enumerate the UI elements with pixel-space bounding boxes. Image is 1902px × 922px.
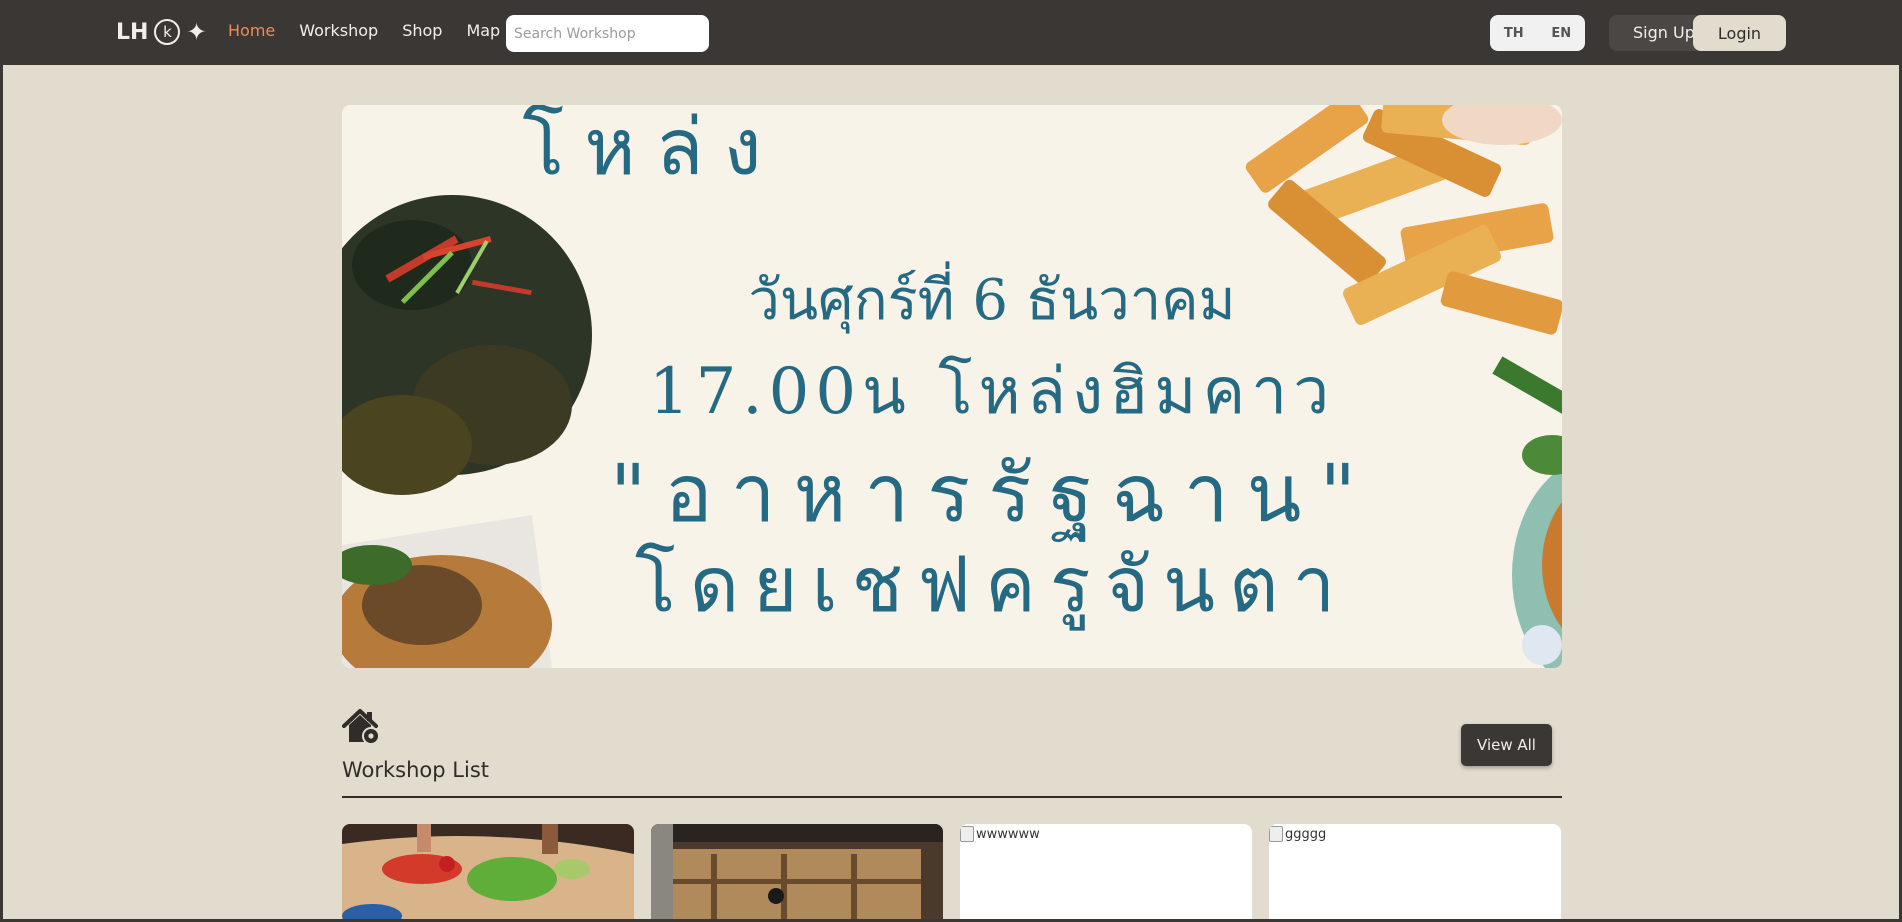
lang-th-button[interactable]: TH — [1504, 26, 1524, 41]
view-all-button[interactable]: View All — [1461, 724, 1552, 766]
broken-image-icon — [1269, 826, 1283, 842]
banner-line-2: 17.00น โหล่งฮิมคาว — [648, 355, 1336, 429]
logo[interactable]: LH k ✦ — [116, 18, 207, 46]
workshop-card[interactable]: wwwwww — [960, 824, 1252, 922]
logo-k-icon: k — [154, 19, 181, 45]
workshop-card[interactable] — [651, 824, 943, 922]
section-title: Workshop List — [342, 758, 489, 782]
nav-workshop[interactable]: Workshop — [299, 21, 378, 40]
cooking-workshop-image — [342, 824, 634, 922]
workshop-card[interactable] — [342, 824, 634, 922]
hero-banner[interactable]: โหล่ง วันศุกร์ที่ 6 ธันวาคม 17.00น โหล่ง… — [342, 105, 1562, 668]
nav-links: Home Workshop Shop Map — [228, 21, 500, 40]
banner-line-1: วันศุกร์ที่ 6 ธันวาคม — [748, 268, 1236, 333]
image-alt-text: wwwwww — [976, 826, 1040, 842]
logo-text: LH — [116, 19, 149, 45]
login-button[interactable]: Login — [1693, 15, 1786, 51]
nav-shop[interactable]: Shop — [402, 21, 442, 40]
sparkle-icon: ✦ — [186, 18, 207, 46]
workshop-card[interactable]: ggggg — [1269, 824, 1561, 922]
nav-home[interactable]: Home — [228, 21, 275, 40]
signup-button[interactable]: Sign Up — [1633, 23, 1695, 42]
house-gear-icon — [342, 709, 380, 745]
broken-image-icon — [960, 826, 974, 842]
banner-text: โหล่ง วันศุกร์ที่ 6 ธันวาคม 17.00น โหล่ง… — [342, 105, 1562, 668]
image-alt-text: ggggg — [1285, 826, 1327, 842]
broken-image: wwwwww — [960, 826, 1040, 842]
broken-image: ggggg — [1269, 826, 1326, 842]
navbar: LH k ✦ Home Workshop Shop Map TH EN Sign… — [0, 0, 1902, 65]
banner-line-0: โหล่ง — [522, 105, 782, 193]
search-input[interactable] — [506, 15, 709, 52]
section-divider — [342, 796, 1562, 798]
banner-line-4: โดยเชฟครูจันตา — [634, 540, 1350, 629]
lang-en-button[interactable]: EN — [1551, 26, 1571, 41]
cafe-interior-image — [651, 824, 943, 922]
language-switcher: TH EN — [1490, 15, 1585, 51]
nav-map[interactable]: Map — [466, 21, 500, 40]
